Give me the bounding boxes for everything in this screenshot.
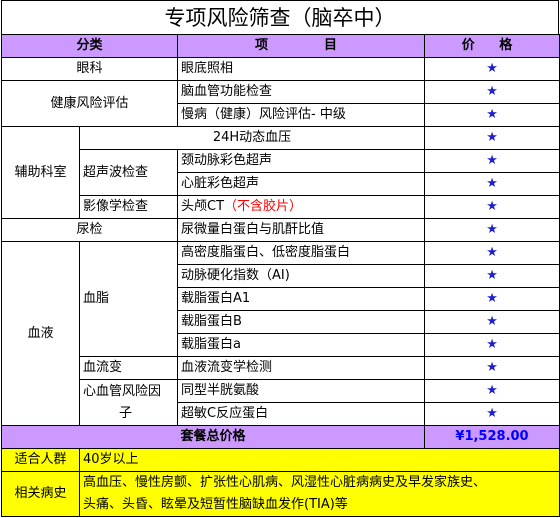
subcategory-cardio-line1: 心血管风险因 bbox=[83, 383, 162, 399]
item-cell: 血液流变学检测 bbox=[177, 356, 426, 380]
item-cell: 心脏彩色超声 bbox=[177, 172, 426, 196]
star-icon: ★ bbox=[424, 195, 560, 219]
subcategory-cardio-line2: 子 bbox=[119, 405, 133, 421]
item-cell: 眼底照相 bbox=[177, 57, 426, 81]
history-line1: 高血压、慢性房颤、扩张性心肌病、风湿性心脏病病史及早发家族史、 bbox=[83, 475, 487, 490]
category-urine: 尿检 bbox=[0, 218, 179, 242]
star-icon: ★ bbox=[424, 402, 560, 426]
table-row: 心血管风险因子 同型半胱氨酸 ★ bbox=[2, 379, 560, 426]
history-row: 相关病史 高血压、慢性房颤、扩张性心肌病、风湿性心脏病病史及早发家族史、 头痛、头… bbox=[1, 471, 560, 517]
subcategory-lipid: 血脂 bbox=[78, 241, 179, 357]
category-blood: 血液 bbox=[1, 241, 80, 426]
star-icon: ★ bbox=[424, 356, 560, 380]
package-sheet: 专项风险筛查（脑卒中） 分类 项 目 价 格 眼科 眼底照相 ★ 健康风险评估 … bbox=[0, 0, 560, 517]
page-title: 专项风险筛查（脑卒中） bbox=[1, 0, 559, 34]
item-cell: 尿微量白蛋白与肌酐比值 bbox=[177, 218, 426, 242]
item-cell: 高密度脂蛋白、低密度脂蛋白 bbox=[177, 241, 426, 265]
table-row: 健康风险评估 脑血管功能检查 ★ bbox=[0, 80, 560, 127]
header-price: 价 格 bbox=[424, 34, 560, 58]
star-icon: ★ bbox=[424, 126, 560, 150]
history-value: 高血压、慢性房颤、扩张性心肌病、风湿性心脏病病史及早发家族史、 头痛、头昏、眩晕及… bbox=[78, 471, 560, 517]
subcategory-ultrasound: 超声波检查 bbox=[78, 149, 179, 196]
item-cell: 头颅CT（不含胶片） bbox=[177, 195, 426, 219]
total-row: 套餐总价格 ¥1,528.00 bbox=[0, 425, 560, 449]
table-row: 血液 血脂 高密度脂蛋白、低密度脂蛋白 ★ bbox=[1, 241, 560, 426]
item-note: （不含胶片） bbox=[224, 199, 303, 214]
table-row: 尿检 尿微量白蛋白与肌酐比值 ★ bbox=[0, 218, 560, 242]
package-table: 分类 项 目 价 格 眼科 眼底照相 ★ 健康风险评估 脑血管功能检查 ★ 慢病… bbox=[0, 34, 560, 517]
subcategory-cardio: 心血管风险因子 bbox=[78, 379, 179, 426]
target-label: 适合人群 bbox=[1, 448, 80, 472]
item-cell: 载脂蛋白a bbox=[177, 333, 426, 357]
table-row: 眼科 眼底照相 ★ bbox=[0, 57, 560, 81]
header-item: 项 目 bbox=[177, 34, 426, 58]
history-label: 相关病史 bbox=[1, 471, 80, 517]
star-icon: ★ bbox=[424, 310, 560, 334]
star-icon: ★ bbox=[424, 172, 560, 196]
item-cell: 动脉硬化指数（AI) bbox=[177, 264, 426, 288]
header-category: 分类 bbox=[0, 34, 179, 58]
total-label: 套餐总价格 bbox=[0, 425, 426, 449]
star-icon: ★ bbox=[424, 333, 560, 357]
item-cell: 超敏C反应蛋白 bbox=[177, 402, 426, 426]
star-icon: ★ bbox=[424, 218, 560, 242]
star-icon: ★ bbox=[424, 80, 560, 104]
item-cell: 载脂蛋白A1 bbox=[177, 287, 426, 311]
star-icon: ★ bbox=[424, 103, 560, 127]
star-icon: ★ bbox=[424, 149, 560, 173]
item-cell: 24H动态血压 bbox=[78, 126, 426, 150]
category-eye: 眼科 bbox=[0, 57, 179, 81]
total-price: ¥1,528.00 bbox=[424, 425, 560, 449]
item-cell: 同型半胱氨酸 bbox=[177, 379, 426, 403]
item-text: 头颅CT bbox=[181, 199, 225, 214]
table-row: 超声波检查 颈动脉彩色超声 ★ bbox=[2, 149, 560, 196]
history-line2: 头痛、头昏、眩晕及短暂性脑缺血发作(TIA)等 bbox=[83, 497, 348, 512]
star-icon: ★ bbox=[424, 287, 560, 311]
table-row: 辅助科室 24H动态血压 ★ bbox=[1, 126, 560, 219]
item-cell: 慢病（健康）风险评估- 中级 bbox=[177, 103, 426, 127]
star-icon: ★ bbox=[424, 57, 560, 81]
item-cell: 颈动脉彩色超声 bbox=[177, 149, 426, 173]
star-icon: ★ bbox=[424, 379, 560, 403]
target-row: 适合人群 40岁以上 bbox=[1, 448, 560, 472]
table-row: 血流变 血液流变学检测 ★ bbox=[2, 356, 560, 380]
item-cell: 载脂蛋白B bbox=[177, 310, 426, 334]
category-health: 健康风险评估 bbox=[0, 80, 179, 127]
subcategory-imaging: 影像学检查 bbox=[78, 195, 179, 219]
target-value: 40岁以上 bbox=[78, 448, 560, 472]
subcategory-rheology: 血流变 bbox=[78, 356, 179, 380]
item-cell: 脑血管功能检查 bbox=[177, 80, 426, 104]
star-icon: ★ bbox=[424, 241, 560, 265]
star-icon: ★ bbox=[424, 264, 560, 288]
category-aux: 辅助科室 bbox=[1, 126, 80, 219]
header-row: 分类 项 目 价 格 bbox=[0, 34, 560, 58]
table-row: 影像学检查 头颅CT（不含胶片） ★ bbox=[2, 195, 560, 219]
